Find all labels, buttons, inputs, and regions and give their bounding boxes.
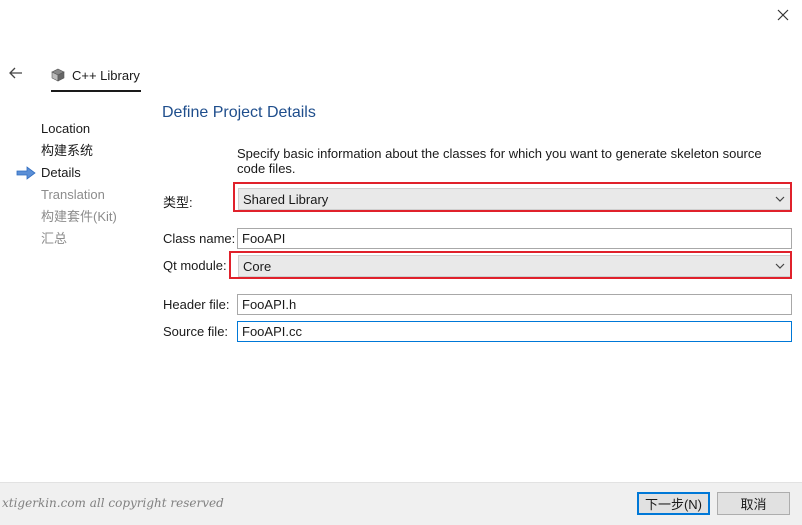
header-file-label: Header file: xyxy=(163,297,230,312)
wizard-title: C++ Library xyxy=(72,67,140,83)
step-summary: 汇总 xyxy=(16,231,146,253)
cube-icon xyxy=(51,68,65,82)
step-label: Location xyxy=(41,121,91,136)
qt-module-highlight-box xyxy=(229,251,792,279)
step-label: Translation xyxy=(41,187,105,202)
current-step-arrow-icon xyxy=(16,166,36,180)
step-label: 汇总 xyxy=(41,231,68,246)
step-label: Details xyxy=(41,165,81,180)
type-label: 类型: xyxy=(163,195,193,210)
watermark-text: xtigerkin.com all copyright reserved xyxy=(2,496,224,510)
class-name-input[interactable] xyxy=(237,228,792,249)
qt-module-label: Qt module: xyxy=(163,258,227,273)
step-build-system: 构建系统 xyxy=(16,143,146,165)
close-button[interactable] xyxy=(772,4,794,26)
source-file-label: Source file: xyxy=(163,324,229,339)
step-label: 构建套件(Kit) xyxy=(41,209,117,224)
step-label: 构建系统 xyxy=(41,143,94,158)
page-description: Specify basic information about the clas… xyxy=(237,146,762,176)
step-translation: Translation xyxy=(16,187,146,209)
wizard-title-tab: C++ Library xyxy=(51,60,141,92)
type-highlight-box xyxy=(233,182,792,212)
cancel-button[interactable]: 取消 xyxy=(717,492,790,515)
back-button[interactable] xyxy=(6,64,26,82)
step-details: Details xyxy=(16,165,146,187)
step-location: Location xyxy=(16,121,146,143)
close-icon xyxy=(777,9,789,21)
source-file-input[interactable] xyxy=(237,321,792,342)
next-button[interactable]: 下一步(N) xyxy=(637,492,710,515)
header-file-input[interactable] xyxy=(237,294,792,315)
class-name-label: Class name: xyxy=(163,231,236,246)
back-arrow-icon xyxy=(9,67,22,79)
step-kit: 构建套件(Kit) xyxy=(16,209,146,231)
wizard-steps: Location 构建系统 Details Translation 构建套件(K… xyxy=(16,121,146,253)
page-title: Define Project Details xyxy=(162,104,316,121)
